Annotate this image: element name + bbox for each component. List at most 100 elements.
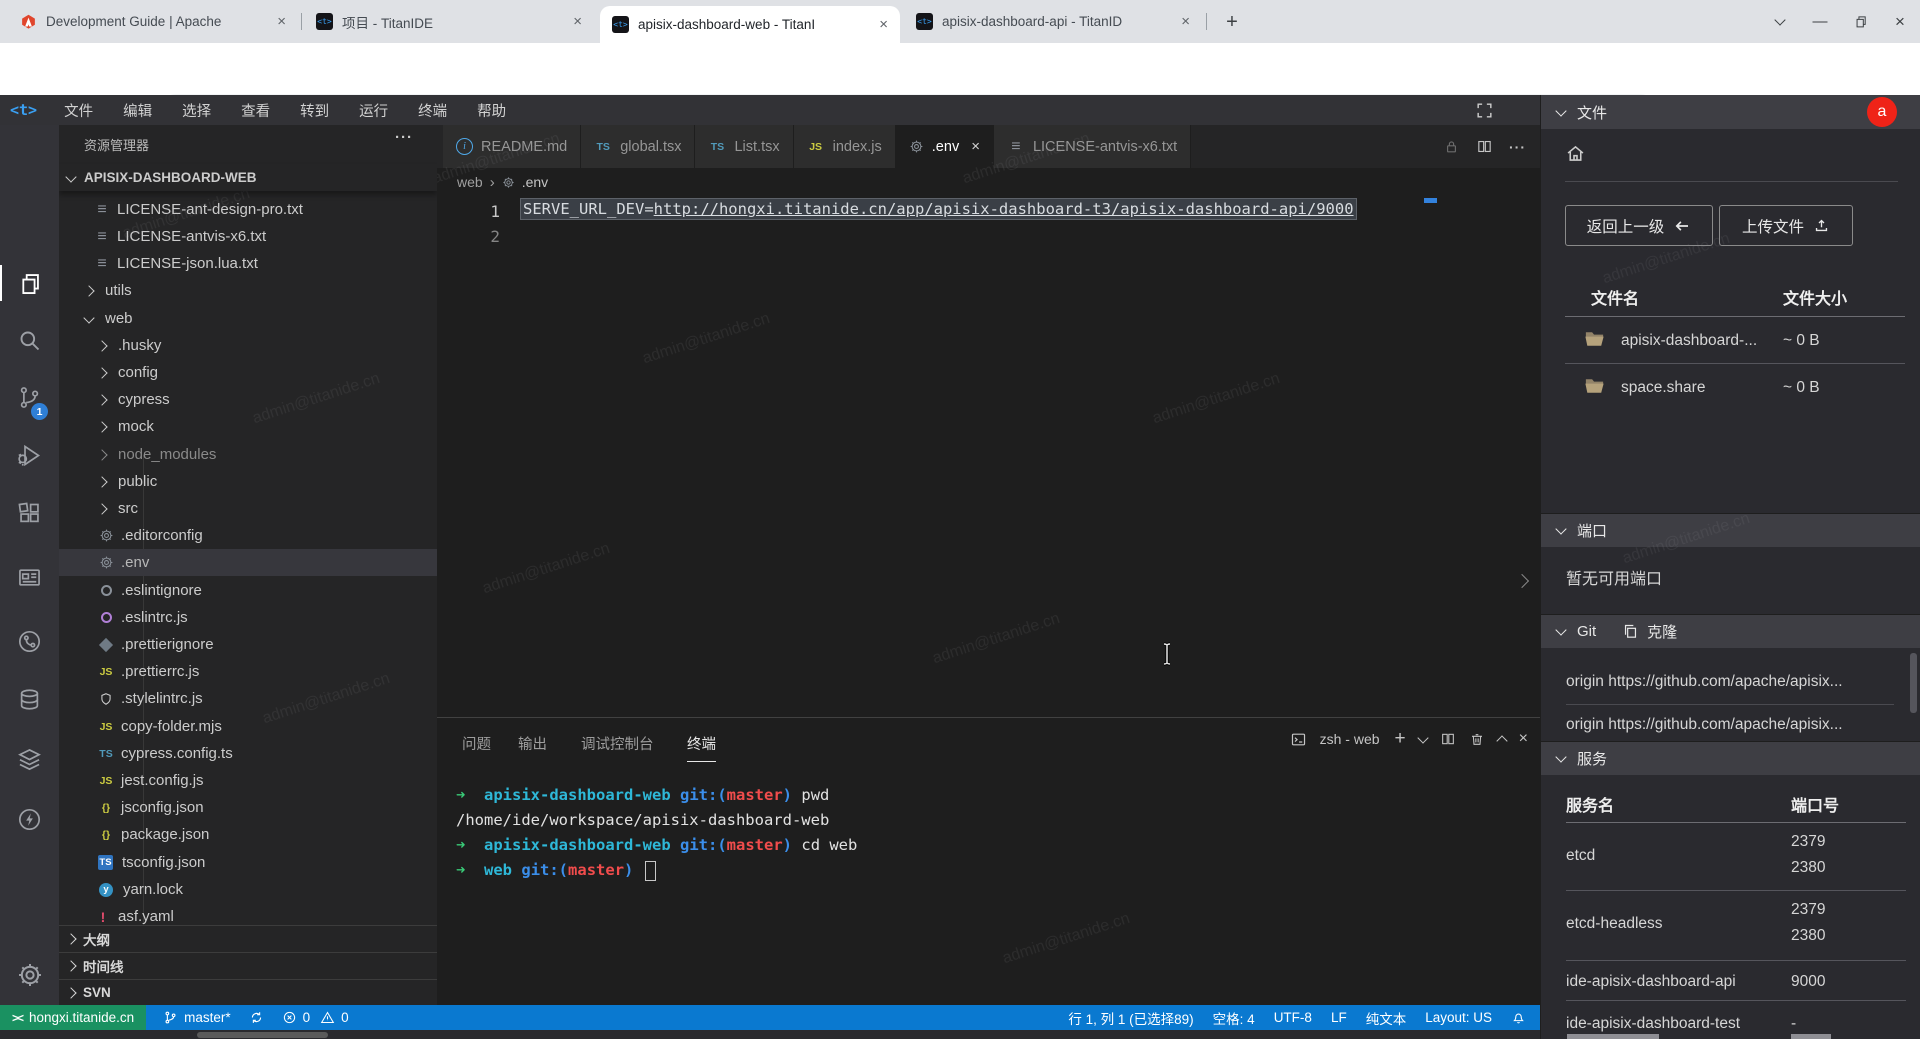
sync-button[interactable] xyxy=(240,1005,273,1030)
terminal-prompt-line[interactable]: ➜ web git:(master) xyxy=(456,861,656,881)
tree-folder[interactable]: .husky xyxy=(59,332,437,359)
timeline-section[interactable]: 时间线 xyxy=(59,952,437,979)
menu-go[interactable]: 转到 xyxy=(285,100,344,121)
git-remote[interactable]: origin https://github.com/apache/apisix.… xyxy=(1566,716,1843,734)
file-row-name[interactable]: apisix-dashboard-... xyxy=(1621,332,1757,350)
tab-output[interactable]: 输出 xyxy=(518,733,547,754)
tree-item[interactable]: yyarn.lock xyxy=(59,876,437,903)
clone-button[interactable]: 克隆 xyxy=(1647,621,1677,642)
outline-section[interactable]: 大纲 xyxy=(59,925,437,952)
tree-folder[interactable]: utils xyxy=(59,277,437,304)
tree-item[interactable]: JSjest.config.js xyxy=(59,767,437,794)
window-close-button[interactable]: × xyxy=(1880,0,1920,43)
tab-search-chevron-icon[interactable] xyxy=(1760,0,1800,43)
tree-folder[interactable]: config xyxy=(59,359,437,386)
menu-run[interactable]: 运行 xyxy=(344,100,403,121)
go-up-button[interactable]: 返回上一级 xyxy=(1565,205,1713,246)
svn-section[interactable]: SVN xyxy=(59,979,437,1005)
tab-close-icon[interactable]: × xyxy=(1181,14,1190,29)
tab-terminal-active[interactable]: 终端 xyxy=(687,733,716,762)
split-terminal-icon[interactable] xyxy=(1440,731,1456,747)
tree-item[interactable]: TStsconfig.json xyxy=(59,849,437,876)
clone-repo-icon[interactable] xyxy=(1622,623,1639,640)
tree-item[interactable]: .prettierignore xyxy=(59,631,437,658)
encoding[interactable]: UTF-8 xyxy=(1274,1010,1312,1025)
git-remote[interactable]: origin https://github.com/apache/apisix.… xyxy=(1566,673,1843,691)
indentation[interactable]: 空格: 4 xyxy=(1213,1008,1255,1028)
editor-tab[interactable]: i README.md xyxy=(443,125,581,168)
tree-folder[interactable]: mock xyxy=(59,413,437,440)
tree-item[interactable]: TScypress.config.ts xyxy=(59,740,437,767)
explorer-icon[interactable] xyxy=(16,270,43,297)
kill-terminal-icon[interactable] xyxy=(1469,731,1485,747)
breadcrumb[interactable]: web › .env xyxy=(437,168,1540,196)
tree-folder[interactable]: node_modules xyxy=(59,441,437,468)
ports-section-header[interactable]: 端口 xyxy=(1541,513,1920,547)
tree-item[interactable]: .eslintignore xyxy=(59,577,437,604)
menu-view[interactable]: 查看 xyxy=(226,100,285,121)
tree-item[interactable]: {}jsconfig.json xyxy=(59,794,437,821)
menu-help[interactable]: 帮助 xyxy=(462,100,521,121)
file-row-name[interactable]: space.share xyxy=(1621,379,1705,397)
editor-tab[interactable]: TSList.tsx xyxy=(695,125,793,168)
home-icon[interactable] xyxy=(1565,143,1586,164)
window-minimize-button[interactable]: — xyxy=(1800,0,1840,43)
tree-folder[interactable]: public xyxy=(59,468,437,495)
tree-item[interactable]: .eslintrc.js xyxy=(59,604,437,631)
cursor-position[interactable]: 行 1, 列 1 (已选择89) xyxy=(1068,1008,1193,1028)
titanide-logo[interactable]: <t> xyxy=(0,101,49,119)
close-panel-icon[interactable]: × xyxy=(1519,730,1528,748)
files-section-header[interactable]: 文件 xyxy=(1541,95,1920,129)
layers-icon[interactable] xyxy=(16,746,43,773)
services-section-header[interactable]: 服务 xyxy=(1541,741,1920,775)
lock-icon[interactable] xyxy=(1443,138,1460,155)
run-debug-icon[interactable] xyxy=(16,442,43,469)
tree-item-selected[interactable]: .env xyxy=(59,549,437,576)
preview-card-icon[interactable] xyxy=(16,564,43,591)
user-avatar[interactable]: a xyxy=(1867,97,1897,127)
tab-close-icon[interactable]: × xyxy=(277,14,286,29)
fullscreen-icon[interactable] xyxy=(1475,101,1540,120)
tree-item[interactable]: {}package.json xyxy=(59,821,437,848)
browser-tab-active[interactable]: <t> apisix-dashboard-web - TitanI × xyxy=(600,6,900,43)
tree-item[interactable]: ≡LICENSE-ant-design-pro.txt xyxy=(59,196,437,223)
tree-item[interactable]: .stylelintrc.js xyxy=(59,685,437,712)
editor-more-actions-icon[interactable]: ··· xyxy=(1509,139,1526,155)
maximize-panel-icon[interactable] xyxy=(1496,735,1507,746)
tree-item[interactable]: JS.prettierrc.js xyxy=(59,658,437,685)
editor-tab[interactable]: JSindex.js xyxy=(794,125,896,168)
keyboard-layout[interactable]: Layout: US xyxy=(1425,1010,1492,1025)
code-review-icon[interactable] xyxy=(16,628,43,655)
search-icon[interactable] xyxy=(16,327,43,354)
explorer-more-actions[interactable]: ··· xyxy=(395,129,413,146)
terminal-dropdown-icon[interactable] xyxy=(1417,732,1428,743)
new-terminal-icon[interactable]: + xyxy=(1395,728,1406,750)
tab-close-icon[interactable]: × xyxy=(573,14,582,29)
upload-button[interactable]: 上传文件 xyxy=(1719,205,1853,246)
browser-tab[interactable]: <t> 项目 - TitanIDE × xyxy=(304,0,594,43)
tree-item[interactable]: .editorconfig xyxy=(59,522,437,549)
settings-gear-icon[interactable] xyxy=(16,961,43,988)
code-line-1[interactable]: SERVE_URL_DEV=http://hongxi.titanide.cn/… xyxy=(521,200,1356,218)
git-branch-status[interactable]: master* xyxy=(154,1005,240,1030)
lightning-icon[interactable] xyxy=(16,806,43,833)
extensions-icon[interactable] xyxy=(16,500,43,527)
browser-tab[interactable]: <t> apisix-dashboard-api - TitanID × xyxy=(904,0,1202,43)
link-url[interactable]: http://hongxi.titanide.cn/app/apisix-das… xyxy=(654,200,1354,218)
menu-edit[interactable]: 编辑 xyxy=(108,100,167,121)
shell-selector[interactable]: zsh - web xyxy=(1320,731,1380,747)
editor-tab[interactable]: TSglobal.tsx xyxy=(581,125,695,168)
horizontal-scrollbar-thumb[interactable] xyxy=(197,1032,328,1038)
menu-selection[interactable]: 选择 xyxy=(167,100,226,121)
tree-folder[interactable]: web xyxy=(59,305,437,332)
editor-tab[interactable]: ≡LICENSE-antvis-x6.txt xyxy=(994,125,1191,168)
tree-folder[interactable]: cypress xyxy=(59,386,437,413)
tree-folder[interactable]: src xyxy=(59,495,437,522)
browser-tab[interactable]: Development Guide | Apache × xyxy=(8,0,298,43)
tree-item[interactable]: ≡LICENSE-json.lua.txt xyxy=(59,250,437,277)
tree-item[interactable]: JScopy-folder.mjs xyxy=(59,713,437,740)
tree-root[interactable]: APISIX-DASHBOARD-WEB xyxy=(59,164,437,191)
database-icon[interactable] xyxy=(16,686,43,713)
menu-terminal[interactable]: 终端 xyxy=(403,100,462,121)
editor-tab-active[interactable]: .env × xyxy=(896,125,994,168)
